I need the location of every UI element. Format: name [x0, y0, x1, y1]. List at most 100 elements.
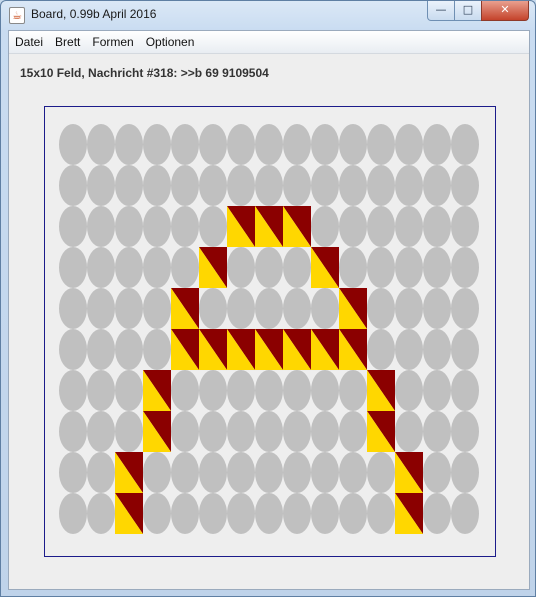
board-cell-empty[interactable]: [451, 206, 479, 247]
board-cell-empty[interactable]: [115, 288, 143, 329]
board-cell-empty[interactable]: [311, 370, 339, 411]
board-cell-empty[interactable]: [311, 288, 339, 329]
board-cell-empty[interactable]: [311, 165, 339, 206]
board-cell-empty[interactable]: [59, 165, 87, 206]
menu-datei[interactable]: Datei: [9, 31, 49, 53]
board-cell-empty[interactable]: [87, 370, 115, 411]
board-cell-filled[interactable]: [143, 370, 171, 411]
board-cell-empty[interactable]: [87, 329, 115, 370]
board-cell-empty[interactable]: [423, 452, 451, 493]
board-cell-empty[interactable]: [367, 493, 395, 534]
board-cell-filled[interactable]: [311, 329, 339, 370]
board-cell-filled[interactable]: [367, 411, 395, 452]
board-cell-empty[interactable]: [227, 124, 255, 165]
board-cell-empty[interactable]: [143, 124, 171, 165]
board-cell-empty[interactable]: [395, 124, 423, 165]
board-cell-empty[interactable]: [339, 370, 367, 411]
board-cell-empty[interactable]: [367, 452, 395, 493]
board-cell-empty[interactable]: [199, 206, 227, 247]
board-cell-empty[interactable]: [59, 206, 87, 247]
menu-brett[interactable]: Brett: [49, 31, 86, 53]
board-cell-empty[interactable]: [227, 411, 255, 452]
board-cell-empty[interactable]: [395, 411, 423, 452]
board-cell-filled[interactable]: [283, 206, 311, 247]
board-cell-filled[interactable]: [199, 247, 227, 288]
board-cell-empty[interactable]: [283, 165, 311, 206]
board-cell-empty[interactable]: [171, 206, 199, 247]
board-cell-empty[interactable]: [227, 370, 255, 411]
board-cell-empty[interactable]: [59, 124, 87, 165]
board-cell-empty[interactable]: [423, 288, 451, 329]
board-cell-empty[interactable]: [87, 493, 115, 534]
board-cell-empty[interactable]: [339, 165, 367, 206]
board-cell-empty[interactable]: [367, 329, 395, 370]
board-cell-filled[interactable]: [199, 329, 227, 370]
board-cell-empty[interactable]: [423, 329, 451, 370]
board-cell-empty[interactable]: [115, 165, 143, 206]
board-cell-empty[interactable]: [367, 288, 395, 329]
close-button[interactable]: ✕: [481, 1, 529, 21]
board-cell-empty[interactable]: [199, 165, 227, 206]
board-cell-empty[interactable]: [395, 329, 423, 370]
board-cell-empty[interactable]: [395, 370, 423, 411]
board-cell-empty[interactable]: [339, 124, 367, 165]
board-cell-empty[interactable]: [171, 452, 199, 493]
board-cell-empty[interactable]: [311, 124, 339, 165]
board-cell-empty[interactable]: [171, 493, 199, 534]
board-cell-filled[interactable]: [367, 370, 395, 411]
board-cell-empty[interactable]: [395, 165, 423, 206]
board-cell-empty[interactable]: [423, 370, 451, 411]
board-cell-empty[interactable]: [115, 247, 143, 288]
board-cell-empty[interactable]: [255, 165, 283, 206]
board-cell-empty[interactable]: [283, 411, 311, 452]
board-cell-empty[interactable]: [255, 411, 283, 452]
board-cell-filled[interactable]: [171, 329, 199, 370]
board-cell-empty[interactable]: [143, 288, 171, 329]
board-cell-empty[interactable]: [367, 206, 395, 247]
board-cell-empty[interactable]: [87, 206, 115, 247]
board-cell-empty[interactable]: [227, 165, 255, 206]
board-cell-empty[interactable]: [59, 411, 87, 452]
board-cell-empty[interactable]: [311, 411, 339, 452]
board-cell-empty[interactable]: [171, 411, 199, 452]
board-cell-empty[interactable]: [311, 206, 339, 247]
board-cell-empty[interactable]: [451, 165, 479, 206]
menu-optionen[interactable]: Optionen: [140, 31, 201, 53]
board-cell-empty[interactable]: [115, 370, 143, 411]
board-cell-empty[interactable]: [143, 329, 171, 370]
board-cell-empty[interactable]: [367, 165, 395, 206]
board-cell-empty[interactable]: [199, 452, 227, 493]
board-cell-empty[interactable]: [171, 247, 199, 288]
board-cell-empty[interactable]: [255, 493, 283, 534]
board-cell-empty[interactable]: [87, 247, 115, 288]
maximize-button[interactable]: □: [454, 1, 482, 21]
board-cell-empty[interactable]: [423, 165, 451, 206]
board-cell-empty[interactable]: [451, 411, 479, 452]
board-cell-empty[interactable]: [395, 206, 423, 247]
board-cell-empty[interactable]: [227, 452, 255, 493]
board-cell-empty[interactable]: [87, 452, 115, 493]
board-cell-empty[interactable]: [283, 288, 311, 329]
board-cell-empty[interactable]: [87, 124, 115, 165]
board-cell-empty[interactable]: [59, 329, 87, 370]
board-cell-empty[interactable]: [227, 247, 255, 288]
board-cell-empty[interactable]: [283, 247, 311, 288]
board-cell-empty[interactable]: [367, 247, 395, 288]
board-cell-empty[interactable]: [227, 493, 255, 534]
board-cell-empty[interactable]: [199, 124, 227, 165]
board-cell-empty[interactable]: [171, 124, 199, 165]
board-cell-filled[interactable]: [227, 206, 255, 247]
board-cell-empty[interactable]: [339, 411, 367, 452]
board-cell-empty[interactable]: [339, 452, 367, 493]
board-cell-empty[interactable]: [199, 411, 227, 452]
board-cell-empty[interactable]: [115, 411, 143, 452]
board-cell-empty[interactable]: [59, 247, 87, 288]
board-cell-empty[interactable]: [311, 452, 339, 493]
board-cell-filled[interactable]: [395, 452, 423, 493]
board-cell-empty[interactable]: [451, 370, 479, 411]
board-cell-empty[interactable]: [423, 247, 451, 288]
board-cell-empty[interactable]: [87, 165, 115, 206]
board-cell-empty[interactable]: [395, 247, 423, 288]
board-cell-empty[interactable]: [451, 288, 479, 329]
board-cell-empty[interactable]: [143, 165, 171, 206]
